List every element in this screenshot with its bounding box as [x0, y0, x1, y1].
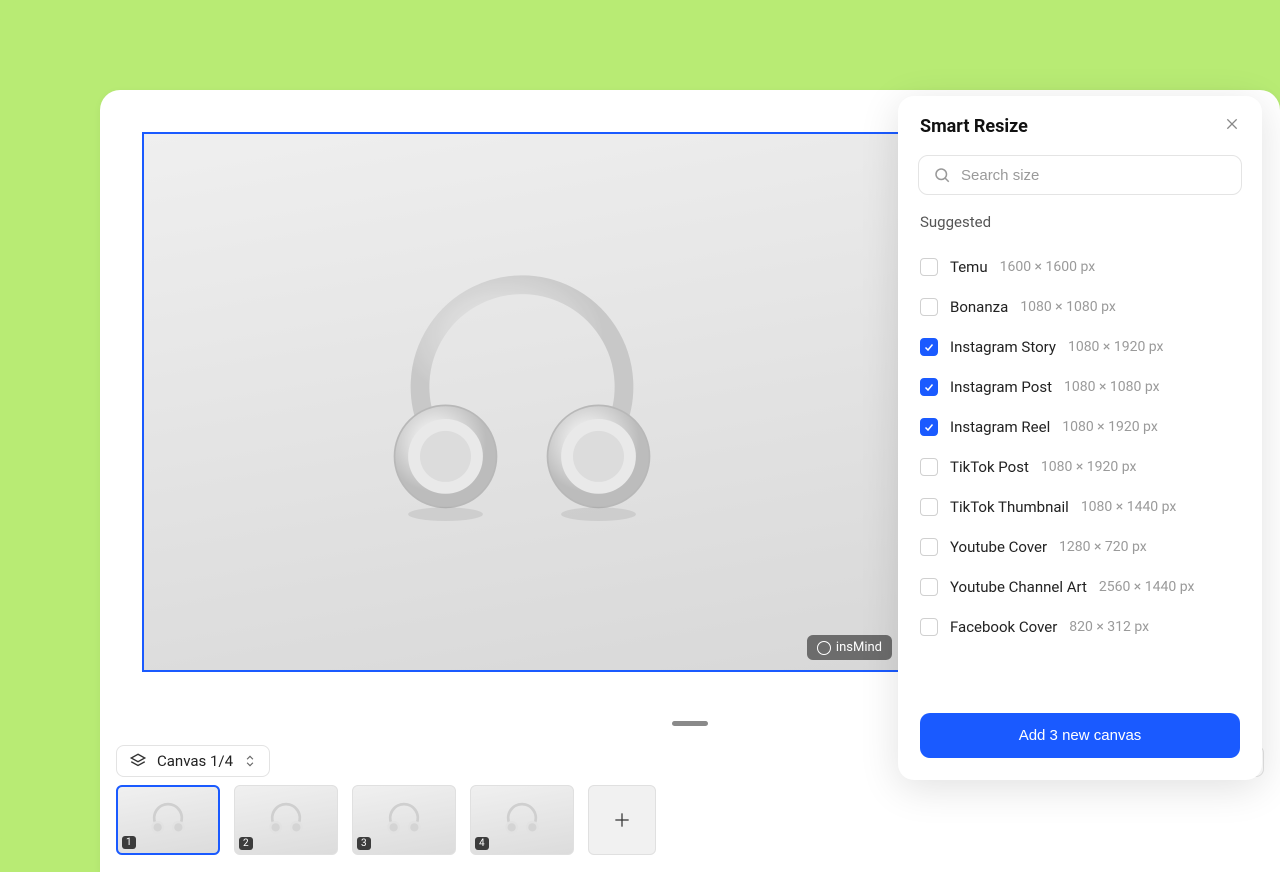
- plus-icon: [612, 810, 632, 830]
- size-name: Temu: [950, 258, 988, 276]
- size-dimensions: 2560 × 1440 px: [1099, 579, 1195, 595]
- checkbox[interactable]: [920, 578, 938, 596]
- size-dimensions: 1600 × 1600 px: [1000, 259, 1096, 275]
- size-name: Youtube Cover: [950, 538, 1047, 556]
- close-icon: [1224, 116, 1240, 132]
- headphones-image: [352, 232, 692, 572]
- size-option[interactable]: TikTok Post 1080 × 1920 px: [920, 447, 1240, 487]
- size-option[interactable]: Bonanza 1080 × 1080 px: [920, 287, 1240, 327]
- checkbox[interactable]: [920, 618, 938, 636]
- size-name: Instagram Reel: [950, 418, 1050, 436]
- size-name: Facebook Cover: [950, 618, 1057, 636]
- size-name: TikTok Thumbnail: [950, 498, 1069, 516]
- chevron-updown-icon: [243, 754, 257, 768]
- checkbox[interactable]: [920, 378, 938, 396]
- checkbox[interactable]: [920, 458, 938, 476]
- size-option[interactable]: Facebook Cover 820 × 312 px: [920, 607, 1240, 647]
- panel-title: Smart Resize: [920, 116, 1028, 137]
- main-canvas[interactable]: insMind: [142, 132, 902, 672]
- thumbnail[interactable]: 4: [470, 785, 574, 855]
- size-name: Instagram Post: [950, 378, 1052, 396]
- checkbox[interactable]: [920, 298, 938, 316]
- thumbnail-strip: 1 2 3 4: [100, 785, 1280, 867]
- size-option[interactable]: Instagram Reel 1080 × 1920 px: [920, 407, 1240, 447]
- size-option[interactable]: Youtube Channel Art 2560 × 1440 px: [920, 567, 1240, 607]
- thumbnail-index: 2: [239, 837, 253, 850]
- size-dimensions: 1080 × 1920 px: [1062, 419, 1158, 435]
- thumbnail[interactable]: 1: [116, 785, 220, 855]
- size-dimensions: 1080 × 1920 px: [1041, 459, 1137, 475]
- watermark-icon: [817, 641, 831, 655]
- size-option[interactable]: TikTok Thumbnail 1080 × 1440 px: [920, 487, 1240, 527]
- size-dimensions: 1080 × 1440 px: [1081, 499, 1177, 515]
- checkbox[interactable]: [920, 418, 938, 436]
- check-icon: [923, 341, 935, 353]
- watermark-badge: insMind: [807, 635, 892, 660]
- size-option[interactable]: Youtube Cover 1280 × 720 px: [920, 527, 1240, 567]
- watermark-text: insMind: [836, 640, 882, 655]
- section-label: Suggested: [898, 209, 1262, 241]
- size-dimensions: 1080 × 1920 px: [1068, 339, 1164, 355]
- size-name: Instagram Story: [950, 338, 1056, 356]
- canvas-selector[interactable]: Canvas 1/4: [116, 745, 270, 777]
- size-dimensions: 1080 × 1080 px: [1064, 379, 1160, 395]
- search-input-wrap[interactable]: [918, 155, 1242, 195]
- size-name: Bonanza: [950, 298, 1008, 316]
- checkbox[interactable]: [920, 538, 938, 556]
- layers-icon: [129, 752, 147, 770]
- checkbox[interactable]: [920, 258, 938, 276]
- search-input[interactable]: [961, 167, 1227, 184]
- size-dimensions: 1080 × 1080 px: [1020, 299, 1116, 315]
- thumbnail-index: 1: [122, 836, 136, 849]
- size-name: TikTok Post: [950, 458, 1029, 476]
- size-dimensions: 820 × 312 px: [1069, 619, 1149, 635]
- thumbnail-index: 3: [357, 837, 371, 850]
- size-name: Youtube Channel Art: [950, 578, 1087, 596]
- size-list: Temu 1600 × 1600 px Bonanza 1080 × 1080 …: [898, 241, 1262, 699]
- add-canvas-thumbnail[interactable]: [588, 785, 656, 855]
- canvas-selector-label: Canvas 1/4: [157, 752, 233, 770]
- thumbnail[interactable]: 3: [352, 785, 456, 855]
- close-button[interactable]: [1224, 116, 1240, 137]
- thumbnail-index: 4: [475, 837, 489, 850]
- add-canvas-button[interactable]: Add 3 new canvas: [920, 713, 1240, 758]
- checkbox[interactable]: [920, 338, 938, 356]
- size-option[interactable]: Temu 1600 × 1600 px: [920, 247, 1240, 287]
- search-icon: [933, 166, 951, 184]
- size-dimensions: 1280 × 720 px: [1059, 539, 1147, 555]
- checkbox[interactable]: [920, 498, 938, 516]
- smart-resize-panel: Smart Resize Suggested Temu 1600 × 1600 …: [898, 96, 1262, 780]
- thumbnail[interactable]: 2: [234, 785, 338, 855]
- check-icon: [923, 381, 935, 393]
- resize-handle-bottom[interactable]: [672, 721, 708, 726]
- size-option[interactable]: Instagram Story 1080 × 1920 px: [920, 327, 1240, 367]
- size-option[interactable]: Instagram Post 1080 × 1080 px: [920, 367, 1240, 407]
- check-icon: [923, 421, 935, 433]
